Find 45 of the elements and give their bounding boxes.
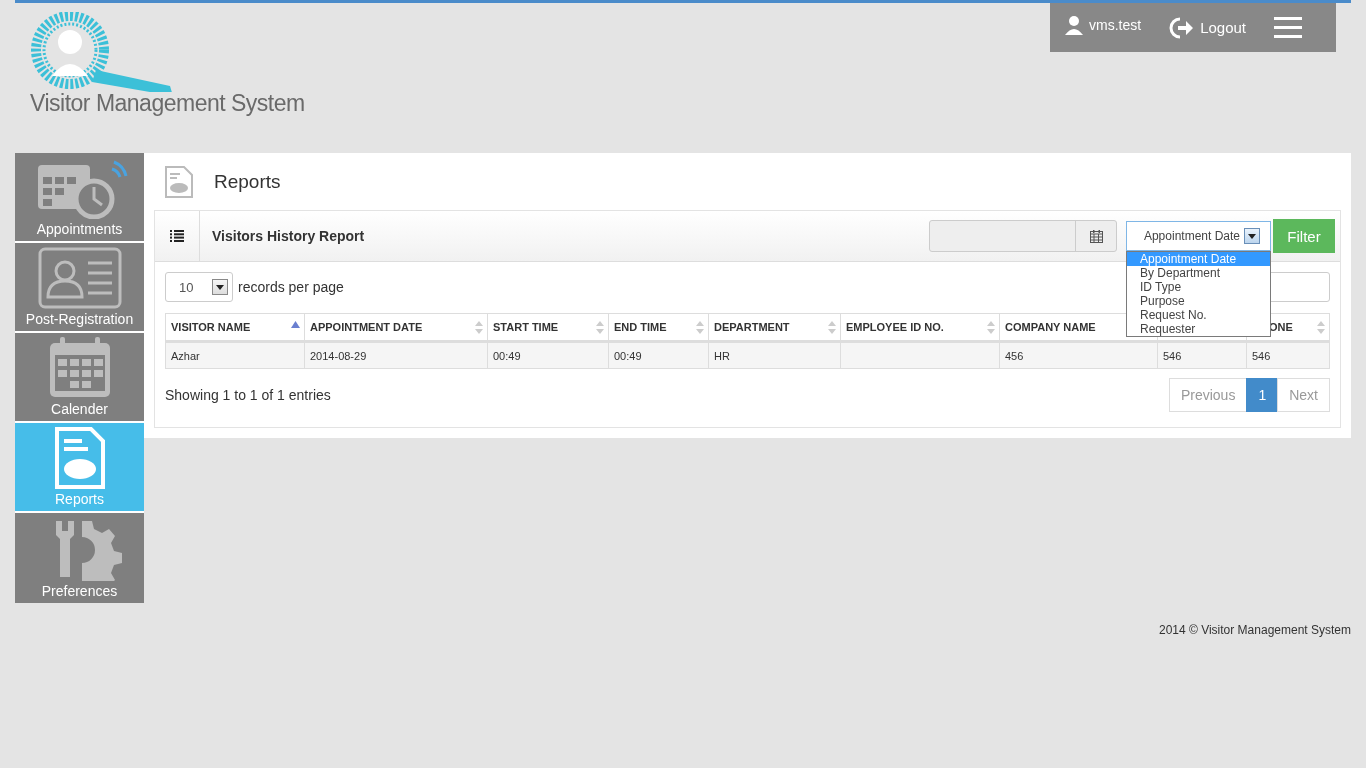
logout-link[interactable]: Logout	[1169, 15, 1246, 40]
table-cell: Azhar	[165, 341, 305, 369]
sort-ascending-icon[interactable]	[291, 321, 300, 328]
calendar-icon[interactable]	[1089, 229, 1103, 243]
page-size-select[interactable]: 10	[165, 272, 233, 302]
table-cell: 546	[1157, 341, 1247, 369]
caret-icon	[216, 284, 224, 290]
dropdown-option[interactable]: By Department	[1127, 266, 1270, 280]
sidebar-item[interactable]: Post-Registration	[15, 243, 144, 333]
pagination-button[interactable]: 1	[1246, 378, 1279, 412]
logo-text: Visitor Management System	[30, 90, 305, 117]
username: vms.test	[1089, 16, 1142, 33]
menu-icon[interactable]	[1274, 15, 1302, 40]
list-icon[interactable]	[170, 230, 184, 242]
sidebar-item[interactable]: Preferences	[15, 513, 144, 603]
sort-icon[interactable]	[828, 321, 836, 334]
date-field[interactable]	[929, 220, 1117, 252]
dropdown-option[interactable]: Request No.	[1127, 308, 1270, 322]
sort-icon[interactable]	[696, 321, 704, 334]
sort-icon[interactable]	[987, 321, 995, 334]
table-cell: 00:49	[608, 341, 709, 369]
table-cell: 546	[1246, 341, 1330, 369]
sort-icon[interactable]	[596, 321, 604, 334]
report-icon	[164, 164, 194, 199]
sort-icon[interactable]	[475, 321, 483, 334]
sidebar-item[interactable]: Calender	[15, 333, 144, 423]
dropdown-option[interactable]: Requester	[1127, 322, 1270, 336]
logo-icon	[30, 12, 175, 92]
table-cell: 2014-08-29	[304, 341, 488, 369]
dropdown-option[interactable]: ID Type	[1127, 280, 1270, 294]
user-icon	[1065, 14, 1083, 35]
entries-info: Showing 1 to 1 of 1 entries	[165, 387, 331, 403]
footer-text: 2014 © Visitor Management System	[1158, 623, 1351, 637]
table-cell: 456	[999, 341, 1158, 369]
panel-title: Visitors History Report	[212, 228, 366, 244]
table-cell: 00:49	[487, 341, 609, 369]
dropdown-option[interactable]: Purpose	[1127, 294, 1270, 308]
sort-icon[interactable]	[1317, 321, 1325, 334]
table-cell: HR	[708, 341, 841, 369]
page-title: Reports	[214, 170, 281, 193]
filter-select[interactable]: Appointment Date	[1126, 221, 1271, 251]
sidebar-item[interactable]: Appointments	[15, 153, 144, 243]
caret-icon	[1248, 233, 1256, 239]
page-size-label: records per page	[238, 279, 344, 295]
logout-icon	[1169, 15, 1196, 40]
